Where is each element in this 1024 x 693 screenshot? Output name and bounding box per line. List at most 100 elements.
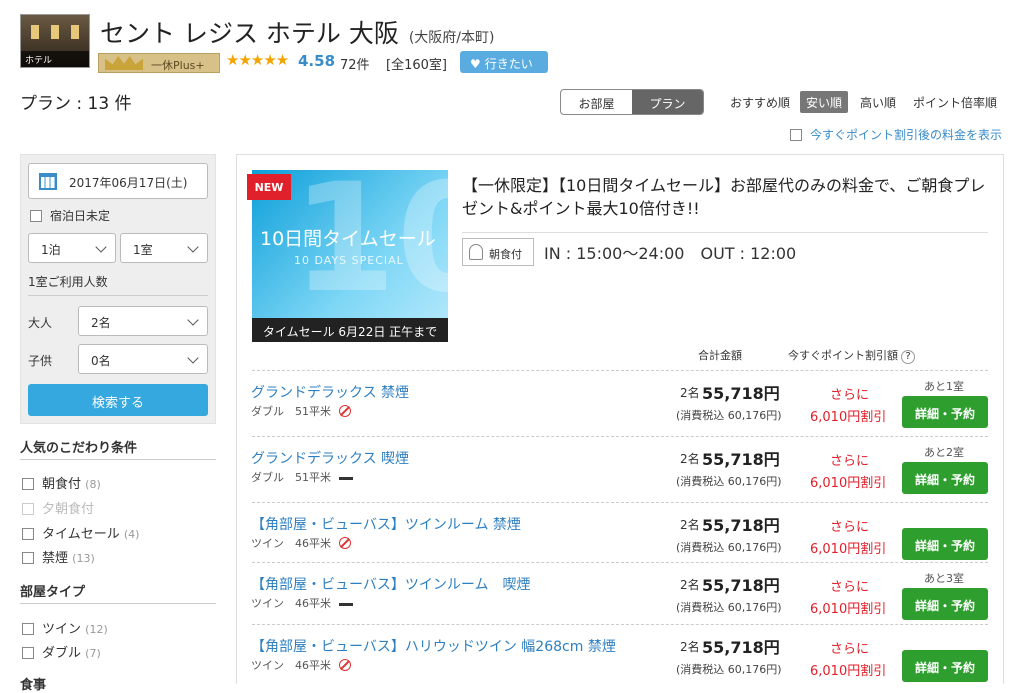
- room-name[interactable]: 【角部屋・ビューバス】ツインルーム 喫煙: [251, 574, 530, 594]
- rating-score[interactable]: 4.58: [298, 52, 335, 70]
- meal-tag-label: 朝食付: [489, 248, 522, 261]
- rooms-left: あと2室: [924, 446, 964, 459]
- filter-checkbox: [22, 503, 34, 515]
- room-size: 46平米: [295, 659, 331, 672]
- room-price: 55,718円: [702, 384, 780, 403]
- tab-plans[interactable]: プラン: [632, 90, 703, 114]
- book-button[interactable]: 詳細・予約: [902, 462, 988, 494]
- no-smoking-icon: [339, 537, 351, 549]
- plan-title[interactable]: 【一休限定】【10日間タイムセール】お部屋代のみの料金で、ご朝食プレゼント&ポイ…: [462, 174, 992, 220]
- filter-breakfast[interactable]: 朝食付 (8): [22, 473, 101, 492]
- room-price: 55,718円: [702, 450, 780, 469]
- room-name[interactable]: グランドデラックス 喫煙: [251, 448, 409, 468]
- filter-checkbox[interactable]: [22, 623, 34, 635]
- help-icon[interactable]: ?: [901, 350, 915, 364]
- room-name[interactable]: 【角部屋・ビューバス】ツインルーム 禁煙: [251, 514, 521, 534]
- book-button[interactable]: 詳細・予約: [902, 650, 988, 682]
- filter-double[interactable]: ダブル (7): [22, 642, 101, 661]
- col-point-header: 今すぐポイント割引額?: [788, 347, 915, 364]
- point-discount: 6,010円割引: [810, 476, 887, 491]
- hotel-thumbnail[interactable]: ホテル: [20, 14, 90, 68]
- filter-checkbox[interactable]: [22, 552, 34, 564]
- view-toggle: お部屋 プラン: [560, 89, 704, 115]
- room-specs: ツイン 46平米: [251, 657, 351, 673]
- undecided-label: 宿泊日未定: [50, 209, 111, 223]
- sort-cheap[interactable]: 安い順: [800, 91, 849, 113]
- sort-points[interactable]: ポイント倍率順: [913, 91, 997, 113]
- col-total-header: 合計金額: [698, 349, 742, 362]
- book-button[interactable]: 詳細・予約: [902, 588, 988, 620]
- nights-select[interactable]: 1泊: [28, 233, 116, 263]
- rooms-left: あと3室: [924, 572, 964, 585]
- filter-nonsmoking[interactable]: 禁煙 (13): [22, 547, 95, 566]
- room-specs: ダブル 51平米: [251, 469, 353, 485]
- sort-recommended[interactable]: おすすめ順: [730, 91, 790, 113]
- room-size: 46平米: [295, 537, 331, 550]
- tab-rooms[interactable]: お部屋: [561, 90, 632, 114]
- point-checkbox[interactable]: [790, 129, 802, 141]
- no-smoking-icon: [339, 659, 351, 671]
- point-discount: 6,010円割引: [810, 410, 887, 425]
- child-label: 子供: [28, 354, 53, 368]
- hotel-title: セント レジス ホテル 大阪 (大阪府/本町): [100, 14, 494, 50]
- point-discount-toggle[interactable]: 今すぐポイント割引後の料金を表示: [790, 126, 1002, 143]
- filter-twin[interactable]: ツイン (12): [22, 618, 108, 637]
- want-to-go-button[interactable]: ♥ 行きたい: [460, 51, 548, 73]
- thumb-window: [51, 25, 59, 39]
- date-value: 2017年06月17日(土): [69, 176, 188, 190]
- further-label: さらに: [830, 580, 870, 595]
- people-count: 2名: [680, 386, 700, 400]
- room-price: 55,718円: [702, 516, 780, 535]
- divider: [20, 603, 216, 604]
- search-button[interactable]: 検索する: [28, 384, 208, 416]
- review-count[interactable]: 72件: [340, 54, 370, 73]
- rooms-select[interactable]: 1室: [120, 233, 208, 263]
- price-incl-tax: (消費税込 60,176円): [676, 601, 782, 614]
- thumb-window: [31, 25, 39, 39]
- meal-heading: 食事: [20, 678, 47, 693]
- rating-stars: ★★★★★: [226, 51, 289, 69]
- crown-icon: [105, 56, 143, 70]
- sort-expensive[interactable]: 高い順: [860, 91, 896, 113]
- undecided-checkbox-row[interactable]: 宿泊日未定: [30, 207, 110, 224]
- further-label: さらに: [830, 454, 870, 469]
- meal-tag: 朝食付: [462, 238, 534, 266]
- divider: [20, 459, 216, 460]
- price-incl-tax: (消費税込 60,176円): [676, 541, 782, 554]
- room-size: 51平米: [295, 405, 331, 418]
- book-button[interactable]: 詳細・予約: [902, 528, 988, 560]
- hotel-location: (大阪府/本町): [408, 30, 495, 46]
- popular-heading: 人気のこだわり条件: [20, 441, 138, 456]
- price-incl-tax: (消費税込 60,176円): [676, 409, 782, 422]
- filter-checkbox[interactable]: [22, 478, 34, 490]
- row-divider: [252, 624, 988, 625]
- banner-subtitle: 10 DAYS SPECIAL: [294, 254, 404, 267]
- price-incl-tax: (消費税込 60,176円): [676, 663, 782, 676]
- filter-checkbox[interactable]: [22, 647, 34, 659]
- no-smoking-icon: [339, 405, 351, 417]
- point-discount: 6,010円割引: [810, 542, 887, 557]
- filter-count: (8): [85, 478, 101, 491]
- checkin-checkout: IN : 15:00〜24:00 OUT : 12:00: [544, 244, 797, 263]
- people-count: 2名: [680, 578, 700, 592]
- point-discount: 6,010円割引: [810, 602, 887, 617]
- rooms-left: あと1室: [924, 380, 964, 393]
- row-divider: [252, 370, 988, 371]
- further-label: さらに: [830, 642, 870, 657]
- filter-count: (12): [85, 623, 108, 636]
- filter-dinner-breakfast: 夕朝食付: [22, 498, 94, 517]
- room-name[interactable]: グランドデラックス 禁煙: [251, 382, 409, 402]
- filter-timesale[interactable]: タイムセール (4): [22, 523, 139, 542]
- filter-checkbox[interactable]: [22, 528, 34, 540]
- child-select[interactable]: 0名: [78, 344, 208, 374]
- people-count: 2名: [680, 518, 700, 532]
- room-name[interactable]: 【角部屋・ビューバス】ハリウッドツイン 幅268cm 禁煙: [251, 636, 616, 656]
- room-specs: ツイン 46平米: [251, 595, 353, 611]
- book-button[interactable]: 詳細・予約: [902, 396, 988, 428]
- undecided-checkbox[interactable]: [30, 210, 42, 222]
- point-discount: 6,010円割引: [810, 664, 887, 679]
- adult-select[interactable]: 2名: [78, 306, 208, 336]
- filter-label: 朝食付: [42, 477, 82, 492]
- calendar-icon: [39, 173, 57, 190]
- date-picker[interactable]: 2017年06月17日(土): [28, 163, 208, 199]
